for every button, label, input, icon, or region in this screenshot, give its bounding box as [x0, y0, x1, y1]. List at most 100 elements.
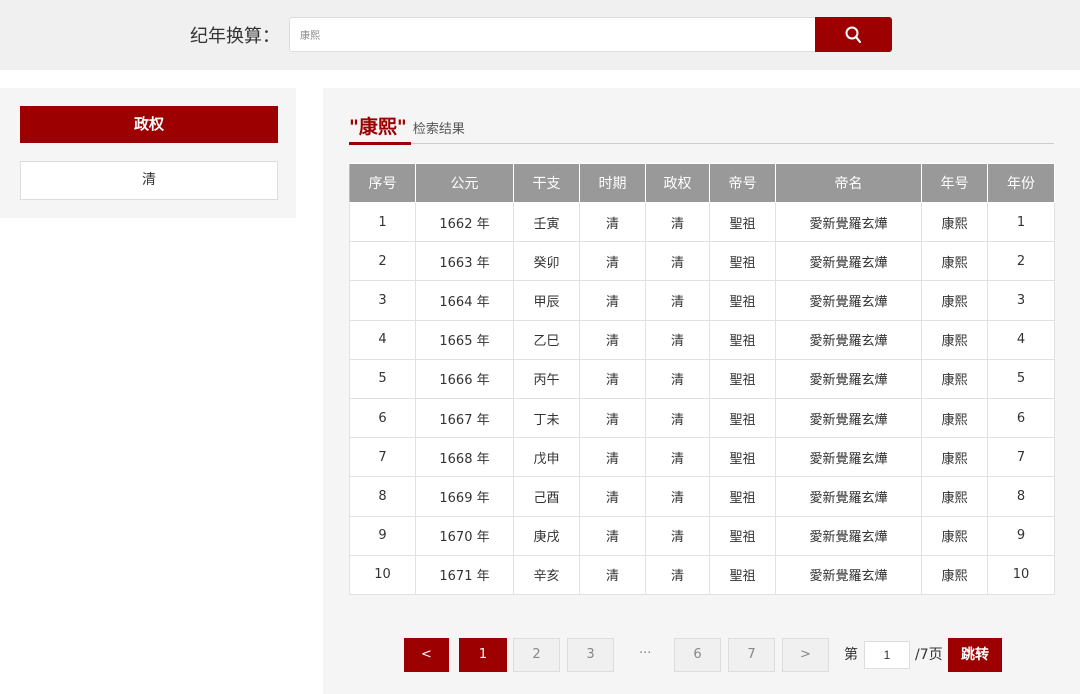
table-cell: 聖祖 — [709, 280, 776, 321]
table-cell: 康熙 — [921, 280, 988, 321]
page-button-2[interactable]: 2 — [513, 638, 560, 672]
table-cell: 愛新覺羅玄燁 — [775, 515, 922, 556]
column-header: 帝名 — [775, 163, 922, 203]
table-cell: 清 — [579, 437, 646, 478]
table-cell: 1 — [349, 201, 416, 243]
table-cell: 5 — [987, 358, 1055, 399]
table-cell: 聖祖 — [709, 437, 776, 478]
jump-button[interactable]: 跳转 — [948, 638, 1002, 672]
table-cell: 甲辰 — [513, 280, 580, 321]
table-cell: 3 — [987, 280, 1055, 321]
table-row: 5 1666 年丙午清清聖祖 愛新覺羅玄燁 康熙 5 — [349, 358, 1055, 399]
table-cell: 康熙 — [921, 358, 988, 399]
page-button-3[interactable]: 3 — [567, 638, 614, 672]
page-number-input[interactable] — [864, 641, 910, 669]
column-header: 年份 — [987, 163, 1055, 203]
table-cell: 1669 年 — [415, 476, 514, 517]
table-cell: 清 — [645, 476, 710, 517]
results-suffix: 检索结果 — [412, 122, 465, 137]
table-cell: 1671 年 — [415, 554, 514, 595]
table-cell: 1 — [987, 201, 1055, 243]
table-cell: 清 — [579, 201, 646, 243]
search-input[interactable] — [289, 17, 817, 52]
table-cell: 癸卯 — [513, 241, 580, 282]
table-cell: 4 — [349, 319, 416, 360]
table-cell: 7 — [349, 437, 416, 478]
table-cell: 清 — [645, 358, 710, 399]
table-row: 10 1671 年辛亥清清聖祖 愛新覺羅玄燁 康熙 10 — [349, 554, 1055, 595]
table-cell: 清 — [579, 397, 646, 439]
table-cell: 清 — [645, 437, 710, 478]
results-keyword: "康熙" — [349, 116, 407, 138]
regime-item-qing[interactable]: 清 — [20, 161, 278, 200]
results-panel: "康熙" 检索结果 序号 公元 干支 时期 政权 帝号 帝名 年号 年份 1 166… — [323, 88, 1080, 694]
table-cell: 清 — [579, 280, 646, 321]
table-cell: 愛新覺羅玄燁 — [775, 358, 922, 399]
table-cell: 庚戌 — [513, 515, 580, 556]
table-cell: 聖祖 — [709, 554, 776, 595]
prev-page-button[interactable]: < — [404, 638, 449, 672]
table-cell: 清 — [645, 554, 710, 595]
table-row: 4 1665 年乙巳清清聖祖 愛新覺羅玄燁 康熙 4 — [349, 319, 1055, 360]
table-cell: 5 — [349, 358, 416, 399]
table-cell: 清 — [645, 397, 710, 439]
table-cell: 清 — [645, 280, 710, 321]
results-title: "康熙" 检索结果 — [349, 112, 465, 146]
table-cell: 愛新覺羅玄燁 — [775, 397, 922, 439]
table-cell: 聖祖 — [709, 241, 776, 282]
table-cell: 聖祖 — [709, 358, 776, 399]
table-row: 9 1670 年庚戌清清聖祖 愛新覺羅玄燁 康熙 9 — [349, 515, 1055, 556]
regime-panel: 政权 清 — [0, 88, 296, 218]
table-cell: 康熙 — [921, 201, 988, 243]
table-row: 1 1662 年壬寅清清聖祖 愛新覺羅玄燁 康熙 1 — [349, 201, 1055, 243]
column-header: 政权 — [645, 163, 710, 203]
table-cell: 清 — [645, 319, 710, 360]
table-cell: 1665 年 — [415, 319, 514, 360]
table-cell: 康熙 — [921, 397, 988, 439]
table-cell: 4 — [987, 319, 1055, 360]
results-table: 序号 公元 干支 时期 政权 帝号 帝名 年号 年份 1 1662 年壬寅清清聖祖… — [349, 163, 1055, 595]
table-cell: 1663 年 — [415, 241, 514, 282]
search-label: 纪年换算： — [190, 26, 280, 47]
table-cell: 6 — [349, 397, 416, 439]
table-cell: 愛新覺羅玄燁 — [775, 319, 922, 360]
table-cell: 戊申 — [513, 437, 580, 478]
search-button[interactable] — [815, 17, 892, 52]
table-cell: 清 — [579, 319, 646, 360]
table-cell: 康熙 — [921, 476, 988, 517]
table-cell: 愛新覺羅玄燁 — [775, 241, 922, 282]
table-cell: 10 — [987, 554, 1055, 595]
table-header-row: 序号 公元 干支 时期 政权 帝号 帝名 年号 年份 — [349, 163, 1055, 203]
table-cell: 1662 年 — [415, 201, 514, 243]
table-cell: 聖祖 — [709, 476, 776, 517]
column-header: 公元 — [415, 163, 514, 203]
column-header: 序号 — [349, 163, 416, 203]
table-cell: 聖祖 — [709, 201, 776, 243]
table-cell: 10 — [349, 554, 416, 595]
table-cell: 清 — [579, 358, 646, 399]
page-button-7[interactable]: 7 — [728, 638, 775, 672]
title-divider — [349, 143, 1054, 144]
table-cell: 3 — [349, 280, 416, 321]
page-prefix-label: 第 — [844, 647, 858, 663]
table-cell: 壬寅 — [513, 201, 580, 243]
table-cell: 9 — [349, 515, 416, 556]
table-cell: 清 — [645, 241, 710, 282]
table-cell: 2 — [987, 241, 1055, 282]
table-cell: 清 — [645, 515, 710, 556]
table-cell: 清 — [579, 554, 646, 595]
table-row: 2 1663 年癸卯清清聖祖 愛新覺羅玄燁 康熙 2 — [349, 241, 1055, 282]
page-button-6[interactable]: 6 — [674, 638, 721, 672]
table-row: 8 1669 年己酉清清聖祖 愛新覺羅玄燁 康熙 8 — [349, 476, 1055, 517]
table-cell: 1664 年 — [415, 280, 514, 321]
table-cell: 8 — [987, 476, 1055, 517]
table-cell: 丁未 — [513, 397, 580, 439]
page-button-1[interactable]: 1 — [459, 638, 507, 672]
table-cell: 愛新覺羅玄燁 — [775, 280, 922, 321]
table-row: 3 1664 年甲辰清清聖祖 愛新覺羅玄燁 康熙 3 — [349, 280, 1055, 321]
next-page-button[interactable]: > — [782, 638, 829, 672]
table-cell: 聖祖 — [709, 319, 776, 360]
column-header: 时期 — [579, 163, 646, 203]
regime-heading: 政权 — [20, 106, 278, 143]
page-total-label: /7页 — [915, 647, 943, 663]
